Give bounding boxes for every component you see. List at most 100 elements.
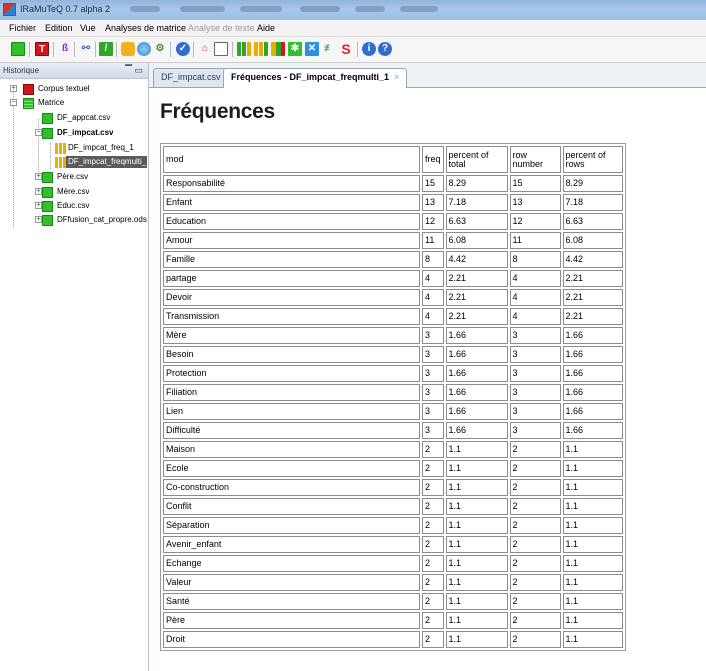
blurred-title-text [180,6,225,12]
tree-node-corpus[interactable]: + Corpus textuel [0,83,149,95]
table-cell: 1.66 [562,384,623,401]
table-cell: Famille [163,251,420,268]
table-cell: 3 [509,346,561,363]
table-cell: 2 [509,631,561,648]
table-cell: 2 [509,498,561,515]
table-row: Famille 8 4.42 8 4.42 [163,251,623,268]
table-cell: Education [163,213,420,230]
table-cell: 2.21 [445,270,508,287]
column-header: percent of total [445,146,508,173]
check-icon[interactable]: ✓ [176,42,190,56]
chart-icon[interactable] [137,42,151,56]
toolbar-separator [53,42,54,57]
table-cell: 2 [422,631,444,648]
table-cell: 1.66 [445,365,508,382]
tree-node-file[interactable]: + Père.csv [0,171,149,183]
tab-bar: DF_impcat.csv Fréquences - DF_impcat_fre… [149,63,706,88]
tab-df-impcat[interactable]: DF_impcat.csv [153,68,229,87]
tree-node-label: Mère.csv [57,187,90,196]
tree-node-label: DF_impcat_freq_1 [68,143,134,152]
expand-icon[interactable]: + [35,173,42,180]
tree-node-file[interactable]: + Mère.csv [0,186,149,198]
blurred-title-text [300,6,340,12]
table-cell: 12 [422,213,444,230]
afc-icon[interactable]: ✱ [288,42,302,56]
tab-label: Fréquences - DF_impcat_freqmulti_1 [231,72,390,82]
tree-node-file[interactable]: − DF_impcat.csv [0,127,149,139]
chi2-icon[interactable] [254,42,268,56]
table-header-row: mod freq percent of total row number per… [163,146,623,173]
table-cell: 2 [509,441,561,458]
info-icon[interactable]: i [362,42,376,56]
table-cell: 1.1 [562,612,623,629]
menu-analyses-matrice[interactable]: Analyses de matrice [105,23,186,33]
menu-vue[interactable]: Vue [80,23,96,33]
table-cell: 3 [509,327,561,344]
tab-label: DF_impcat.csv [161,72,221,82]
table-cell: Enfant [163,194,420,211]
table-row: Difficulté 3 1.66 3 1.66 [163,422,623,439]
toolbar-separator [116,42,117,57]
preferences-icon[interactable]: ⚙ [153,42,167,56]
table-cell: 1.1 [562,460,623,477]
menu-edition[interactable]: Edition [45,23,73,33]
menu-aide[interactable]: Aide [257,23,275,33]
table-cell: 1.1 [562,536,623,553]
tree-node-analysis-selected[interactable]: DF_impcat_freqmulti_1 [0,156,149,168]
table-cell: 11 [509,232,561,249]
table-cell: 1.1 [445,479,508,496]
table-cell: 3 [422,365,444,382]
similarity-icon[interactable]: ✕ [305,42,319,56]
matrix-icon[interactable] [11,42,25,56]
collapse-icon[interactable]: − [10,99,17,106]
table-cell: 3 [422,403,444,420]
table-cell: 1.66 [562,403,623,420]
folder-icon[interactable] [121,42,135,56]
table-cell: 3 [509,403,561,420]
link-icon[interactable]: ⚯ [79,42,93,56]
table-cell: 1.1 [445,612,508,629]
table-cell: 2 [422,593,444,610]
list-icon[interactable] [214,42,228,56]
home-icon[interactable]: ⌂ [198,42,212,56]
table-cell: 8 [422,251,444,268]
expand-icon[interactable]: + [35,188,42,195]
close-tab-icon[interactable]: × [394,72,399,82]
table-cell: 8 [509,251,561,268]
table-cell: Séparation [163,517,420,534]
table-cell: Difficulté [163,422,420,439]
table-cell: 1.1 [445,593,508,610]
table-row: Transmission 4 2.21 4 2.21 [163,308,623,325]
table-row: Enfant 13 7.18 13 7.18 [163,194,623,211]
tree-node-matrix[interactable]: − Matrice [0,97,149,109]
ruler-icon[interactable]: / [99,42,113,56]
expand-icon[interactable]: + [35,202,42,209]
table-row: Conflit 2 1.1 2 1.1 [163,498,623,515]
menu-fichier[interactable]: Fichier [9,23,36,33]
table-cell: Amour [163,232,420,249]
table-cell: 15 [422,175,444,192]
text-corpus-icon[interactable]: T [35,42,49,56]
toolbar-separator [29,42,30,57]
matrix-icon [23,98,34,109]
tree-node-file[interactable]: DF_appcat.csv [0,112,149,124]
stats-icon[interactable]: S [339,42,353,56]
tree-icon[interactable] [271,42,285,56]
help-icon[interactable]: ? [378,42,392,56]
frequency-icon[interactable] [237,42,251,56]
history-panel-title: Historique [3,66,40,75]
tree-node-file[interactable]: + Educ.csv [0,200,149,212]
tree-node-analysis[interactable]: DF_impcat_freq_1 [0,142,149,154]
tab-frequences[interactable]: Fréquences - DF_impcat_freqmulti_1 × [223,68,408,88]
cross-icon[interactable]: ≢ [322,42,336,56]
table-row: Echange 2 1.1 2 1.1 [163,555,623,572]
spec-icon[interactable]: ß [58,42,72,56]
tree-node-file[interactable]: + DFfusion_cat_propre.ods [0,214,149,226]
collapse-icon[interactable]: − [35,129,42,136]
menu-analyse-texte[interactable]: Analyse de texte [188,23,255,33]
expand-icon[interactable]: + [10,85,17,92]
panel-controls-icon[interactable]: ▔ ▭ [125,65,143,76]
expand-icon[interactable]: + [35,216,42,223]
table-cell: 3 [422,384,444,401]
column-header: row number [509,146,561,173]
